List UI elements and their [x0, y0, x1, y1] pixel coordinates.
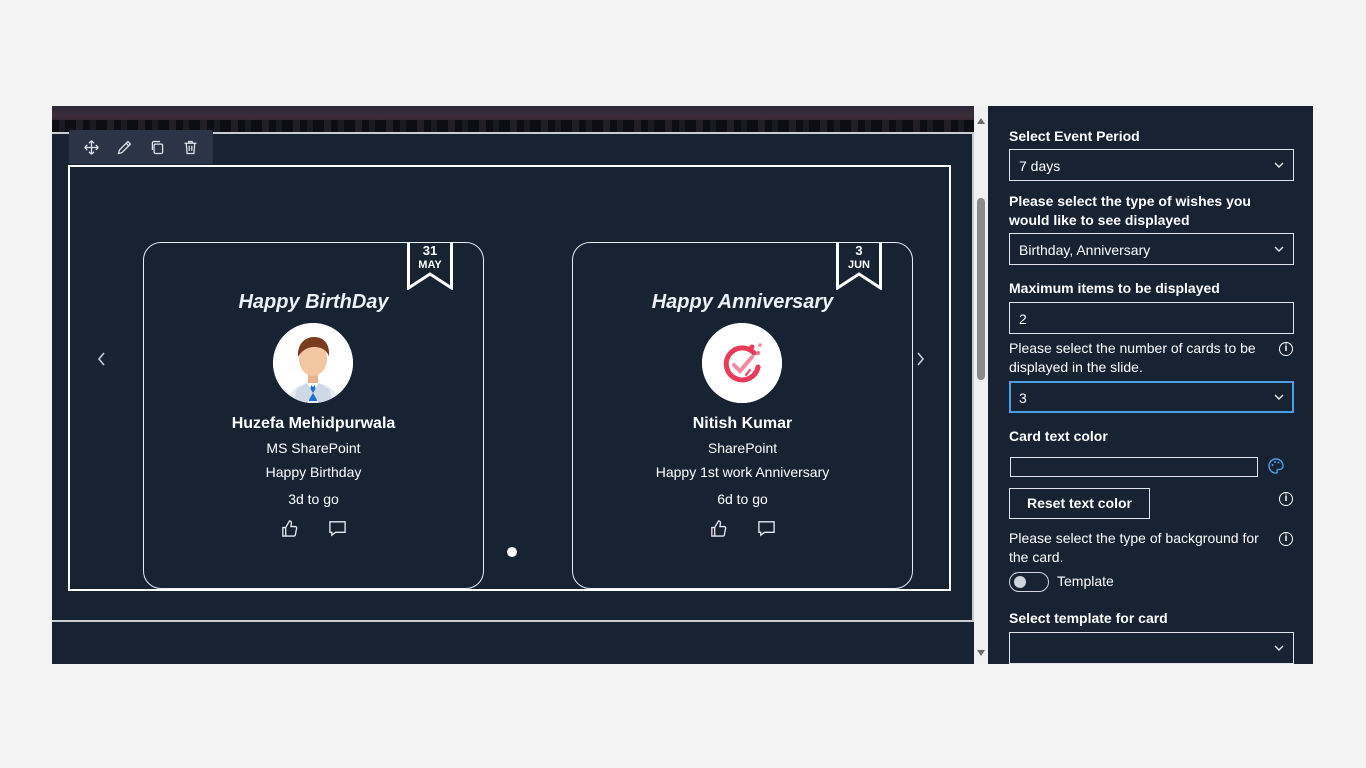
wish-message: Happy 1st work Anniversary	[655, 464, 830, 480]
person-name: Nitish Kumar	[692, 415, 793, 432]
date-month: JUN	[847, 259, 870, 271]
person-department: SharePoint	[707, 440, 778, 456]
text-color-label: Card text color	[1009, 428, 1108, 444]
anniversary-card: 3 JUN Happy Anniversary Nitish Kumar Sha…	[572, 242, 913, 589]
chevron-down-icon	[1274, 246, 1284, 252]
date-day: 31	[422, 243, 438, 258]
scroll-up-arrow-icon[interactable]	[977, 118, 985, 124]
wish-message: Happy Birthday	[265, 464, 362, 480]
property-pane: Select Event Period 7 days Please select…	[988, 106, 1313, 664]
background-type-label: Please select the type of background for…	[1009, 530, 1259, 565]
card-actions	[573, 519, 912, 539]
event-period-dropdown[interactable]: 7 days	[1009, 149, 1294, 181]
comment-button[interactable]	[328, 519, 348, 539]
cards-in-slide-dropdown[interactable]: 3	[1009, 381, 1294, 413]
info-icon[interactable]: i	[1279, 532, 1293, 546]
avatar	[273, 323, 353, 403]
event-period-value: 7 days	[1019, 158, 1061, 174]
info-icon[interactable]: i	[1279, 342, 1293, 356]
event-period-label: Select Event Period	[1009, 128, 1140, 144]
template-label: Select template for card	[1009, 610, 1168, 626]
card-title: Happy BirthDay	[238, 291, 389, 313]
date-day: 3	[855, 243, 863, 258]
person-avatar-icon	[273, 323, 353, 403]
move-icon	[84, 139, 99, 155]
max-items-value: 2	[1019, 311, 1027, 327]
carousel-dot[interactable]	[507, 547, 517, 557]
countdown: 6d to go	[717, 491, 768, 507]
edit-icon	[117, 140, 132, 154]
delete-button[interactable]	[178, 134, 204, 160]
duplicate-icon	[151, 140, 164, 154]
card-title: Happy Anniversary	[651, 291, 834, 313]
avatar	[702, 323, 782, 403]
comment-icon	[328, 521, 346, 537]
color-palette-button[interactable]	[1267, 457, 1285, 475]
canvas-scrollbar[interactable]	[974, 106, 988, 664]
chevron-left-icon	[97, 352, 105, 366]
chevron-down-icon	[1274, 394, 1284, 400]
info-icon[interactable]: i	[1279, 492, 1293, 506]
person-department: MS SharePoint	[266, 440, 361, 456]
delete-icon	[184, 140, 197, 154]
duplicate-button[interactable]	[145, 134, 171, 160]
scroll-down-arrow-icon[interactable]	[977, 650, 985, 656]
cards-in-slide-label: Please select the number of cards to be …	[1009, 340, 1256, 375]
date-month: MAY	[418, 259, 442, 271]
background-template-toggle[interactable]	[1009, 572, 1049, 592]
wish-type-dropdown[interactable]: Birthday, Anniversary	[1009, 233, 1294, 265]
birthday-card: 31 MAY Happy BirthDay Huzefa Mehidpurwal…	[143, 242, 484, 589]
comment-button[interactable]	[757, 519, 777, 539]
like-button[interactable]	[280, 519, 300, 539]
template-dropdown[interactable]	[1009, 632, 1294, 664]
wish-type-value: Birthday, Anniversary	[1019, 242, 1151, 258]
chevron-right-icon	[917, 352, 925, 366]
chevron-down-icon	[1274, 162, 1284, 168]
wish-type-label: Please select the type of wishes you wou…	[1009, 193, 1251, 228]
cards-in-slide-value: 3	[1019, 390, 1027, 406]
person-name: Huzefa Mehidpurwala	[231, 415, 396, 432]
chevron-down-icon	[1274, 645, 1284, 651]
move-button[interactable]	[79, 134, 105, 160]
date-ribbon: 3 JUN	[836, 242, 882, 290]
date-ribbon: 31 MAY	[407, 242, 453, 290]
background-toggle-label: Template	[1057, 573, 1114, 589]
text-color-input[interactable]	[1010, 457, 1258, 477]
carousel-next-button[interactable]	[910, 347, 930, 371]
max-items-input[interactable]: 2	[1009, 302, 1294, 334]
app: 31 MAY Happy BirthDay Huzefa Mehidpurwal…	[52, 106, 1313, 664]
reset-text-color-button[interactable]: Reset text color	[1009, 488, 1150, 519]
card-actions	[144, 519, 483, 539]
comment-icon	[757, 521, 775, 537]
edit-button[interactable]	[112, 134, 138, 160]
carousel-prev-button[interactable]	[92, 347, 112, 371]
section-divider	[52, 620, 974, 622]
thumbs-up-icon	[710, 520, 726, 537]
webpart-toolbar	[69, 130, 213, 164]
page-canvas: 31 MAY Happy BirthDay Huzefa Mehidpurwal…	[52, 106, 974, 664]
like-button[interactable]	[709, 519, 729, 539]
thumbs-up-icon	[281, 520, 297, 537]
max-items-label: Maximum items to be displayed	[1009, 280, 1220, 296]
company-logo-icon	[702, 323, 782, 403]
countdown: 3d to go	[288, 491, 339, 507]
celebrations-webpart[interactable]: 31 MAY Happy BirthDay Huzefa Mehidpurwal…	[68, 165, 951, 591]
color-palette-icon	[1268, 458, 1284, 474]
scrollbar-thumb[interactable]	[977, 198, 985, 380]
